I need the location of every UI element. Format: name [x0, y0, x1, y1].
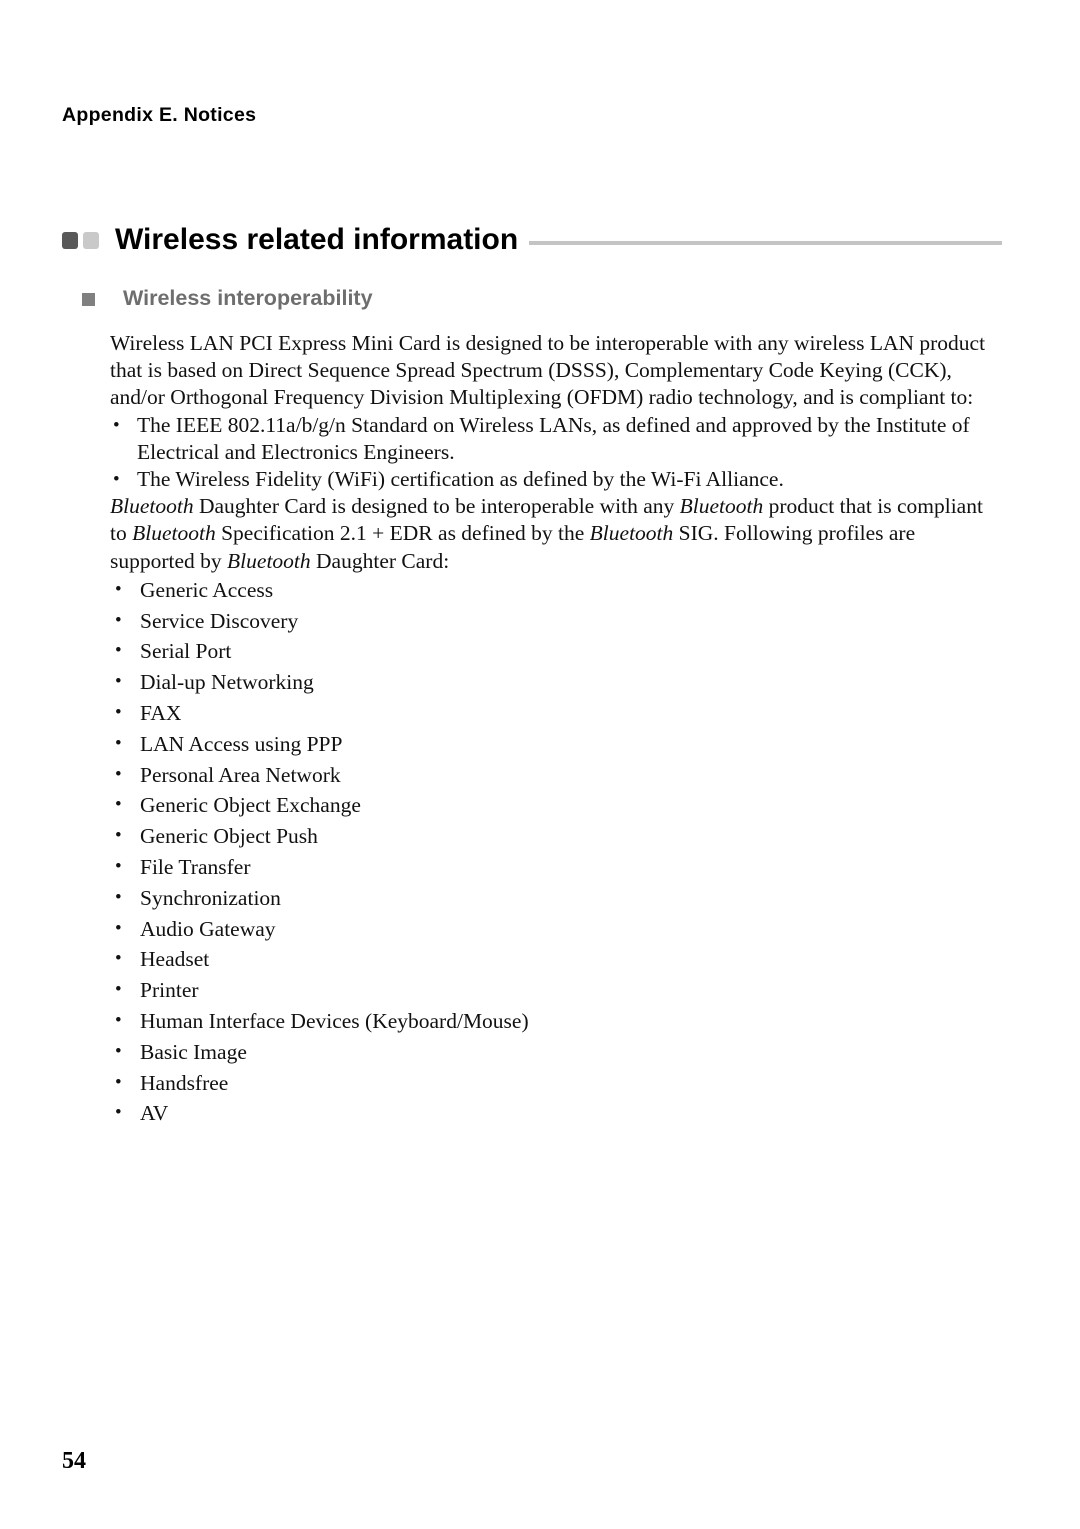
- bluetooth-paragraph-part-5: Daughter Card:: [316, 548, 450, 573]
- page-title: Wireless related information: [115, 223, 519, 256]
- bluetooth-term: Bluetooth: [589, 521, 674, 546]
- list-item: Service Discovery: [110, 606, 992, 637]
- document-page: Appendix E. Notices Wireless related inf…: [0, 0, 1080, 1529]
- list-item: Printer: [110, 975, 992, 1006]
- section-title-block: Wireless related information: [62, 220, 1002, 260]
- list-item: Serial Port: [110, 636, 992, 667]
- standards-list: The IEEE 802.11a/b/g/n Standard on Wirel…: [110, 412, 992, 494]
- body-content: Wireless LAN PCI Express Mini Card is de…: [110, 330, 992, 1129]
- list-item: Audio Gateway: [110, 914, 992, 945]
- subsection-heading: Wireless interoperability: [82, 286, 373, 311]
- list-item: AV: [110, 1098, 992, 1129]
- list-item: Dial-up Networking: [110, 667, 992, 698]
- bluetooth-term: Bluetooth: [132, 521, 216, 546]
- bluetooth-paragraph-part-3: Specification 2.1 + EDR as defined by th…: [221, 521, 585, 546]
- subsection-heading-label: Wireless interoperability: [123, 286, 373, 310]
- bluetooth-paragraph-part-1: Daughter Card is designed to be interope…: [198, 494, 675, 519]
- subsection-square-icon: [82, 293, 95, 306]
- list-item: Handsfree: [110, 1068, 992, 1099]
- list-item: File Transfer: [110, 852, 992, 883]
- page-number: 54: [62, 1448, 86, 1474]
- list-item: Headset: [110, 944, 992, 975]
- list-item: FAX: [110, 698, 992, 729]
- list-item: Generic Object Push: [110, 821, 992, 852]
- title-rule-divider: [529, 241, 1002, 245]
- bluetooth-profiles-list: Generic Access Service Discovery Serial …: [110, 575, 992, 1129]
- bluetooth-term: Bluetooth: [227, 548, 311, 573]
- list-item: Basic Image: [110, 1037, 992, 1068]
- list-item: Generic Object Exchange: [110, 790, 992, 821]
- list-item: LAN Access using PPP: [110, 729, 992, 760]
- bluetooth-term: Bluetooth: [110, 494, 194, 519]
- list-item: Personal Area Network: [110, 760, 992, 791]
- list-item: The Wireless Fidelity (WiFi) certificati…: [110, 466, 992, 493]
- intro-paragraph: Wireless LAN PCI Express Mini Card is de…: [110, 331, 986, 410]
- list-item: Generic Access: [110, 575, 992, 606]
- title-square-dark-icon: [62, 231, 78, 249]
- title-square-light-icon: [83, 231, 99, 249]
- running-head: Appendix E. Notices: [62, 104, 257, 126]
- list-item: Human Interface Devices (Keyboard/Mouse): [110, 1006, 992, 1037]
- list-item: The IEEE 802.11a/b/g/n Standard on Wirel…: [110, 412, 992, 466]
- bluetooth-term: Bluetooth: [679, 494, 764, 519]
- list-item: Synchronization: [110, 883, 992, 914]
- bluetooth-paragraph: Bluetooth Daughter Card is designed to b…: [110, 493, 992, 575]
